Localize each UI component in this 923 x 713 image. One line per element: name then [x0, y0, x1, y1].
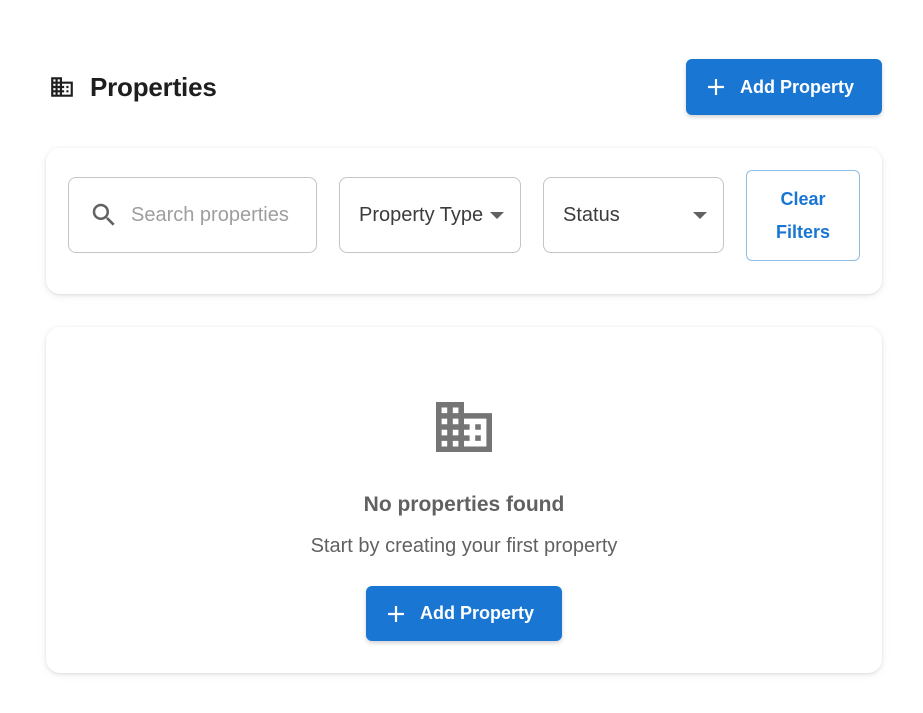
title-group: Properties	[46, 59, 217, 115]
chevron-down-icon	[693, 212, 707, 219]
page-title: Properties	[90, 71, 217, 102]
search-input[interactable]	[131, 203, 301, 227]
empty-add-property-button-label: Add Property	[420, 603, 535, 623]
add-property-button[interactable]: Add Property	[686, 59, 882, 115]
chevron-down-icon	[490, 212, 504, 219]
page-header: Properties Add Property	[46, 59, 882, 115]
empty-state-subtitle: Start by creating your first property	[310, 535, 618, 557]
building-icon	[46, 71, 78, 103]
search-field[interactable]	[68, 177, 317, 253]
property-type-select[interactable]: Property Type	[339, 177, 521, 253]
search-icon	[92, 203, 115, 226]
empty-state-card: No properties found Start by creating yo…	[46, 327, 882, 673]
empty-add-property-button[interactable]: Add Property	[366, 586, 562, 641]
building-icon	[436, 402, 492, 452]
plus-icon	[708, 79, 724, 95]
filters-card: Property Type Status Clear Filters	[46, 148, 882, 294]
plus-icon	[388, 605, 404, 622]
status-label: Status	[563, 203, 620, 226]
property-type-label: Property Type	[359, 203, 484, 226]
empty-state-title: No properties found	[363, 493, 565, 516]
clear-filters-button[interactable]: Clear Filters	[746, 170, 860, 261]
status-select[interactable]: Status	[543, 177, 724, 253]
add-property-button-label: Add Property	[740, 76, 855, 97]
